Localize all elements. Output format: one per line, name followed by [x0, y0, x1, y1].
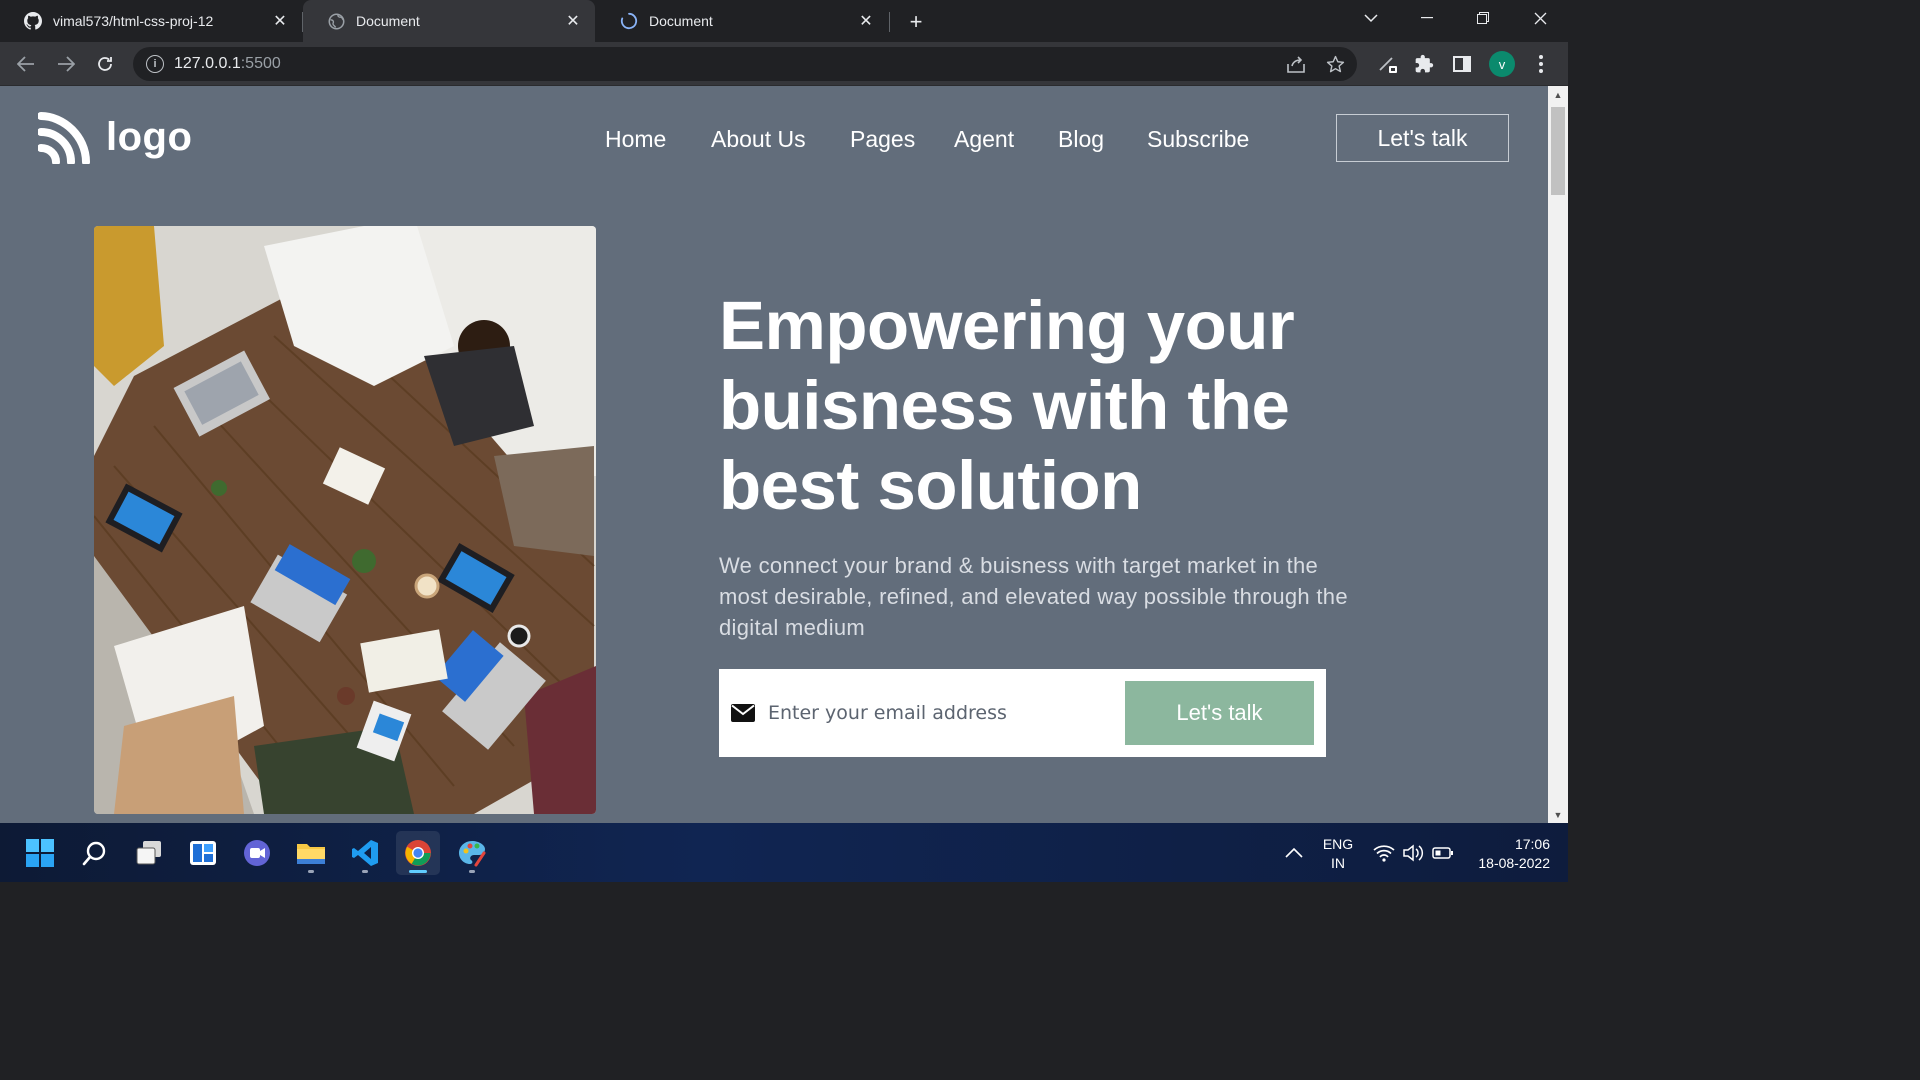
- reload-button[interactable]: [89, 48, 121, 80]
- email-input[interactable]: [768, 693, 1108, 733]
- active-indicator: [409, 870, 427, 873]
- scrollbar-thumb[interactable]: [1551, 107, 1565, 195]
- widgets-icon[interactable]: [181, 831, 225, 875]
- github-icon: [24, 12, 42, 30]
- minimize-button[interactable]: [1399, 0, 1455, 36]
- url-host: 127.0.0.1: [174, 55, 241, 72]
- windows-taskbar: ENG IN 17:06 18-08-2022: [0, 823, 1568, 882]
- battery-icon[interactable]: [1432, 823, 1454, 882]
- new-tab-button[interactable]: +: [902, 8, 930, 36]
- page-scrollbar[interactable]: ▲ ▼: [1548, 86, 1568, 823]
- logo-text: logo: [106, 114, 193, 159]
- task-view-icon[interactable]: [127, 831, 171, 875]
- email-signup-form: Let's talk: [719, 669, 1326, 757]
- tab-divider: [889, 12, 890, 32]
- close-tab-icon[interactable]: ✕: [856, 11, 876, 31]
- input-language-indicator[interactable]: ENG IN: [1320, 835, 1356, 873]
- show-hidden-icons-chevron-icon[interactable]: [1284, 823, 1304, 882]
- nav-pages[interactable]: Pages: [850, 126, 915, 153]
- extensions-puzzle-icon[interactable]: [1408, 48, 1440, 80]
- nav-agent[interactable]: Agent: [954, 126, 1014, 153]
- share-icon[interactable]: [1284, 52, 1308, 76]
- close-window-button[interactable]: [1512, 0, 1568, 36]
- nav-home[interactable]: Home: [605, 126, 666, 153]
- running-indicator: [308, 870, 314, 873]
- search-icon[interactable]: [73, 831, 117, 875]
- loading-spinner-icon: [620, 12, 638, 30]
- scroll-up-arrow-icon[interactable]: ▲: [1548, 86, 1568, 103]
- mail-icon: [731, 704, 755, 722]
- volume-icon[interactable]: [1402, 823, 1424, 882]
- teams-chat-icon[interactable]: [235, 831, 279, 875]
- back-button[interactable]: [10, 48, 42, 80]
- region-code: IN: [1331, 855, 1345, 871]
- clock-date: 18-08-2022: [1478, 855, 1550, 871]
- hero-title: Empowering your buisness with the best s…: [719, 287, 1295, 524]
- system-clock[interactable]: 17:06 18-08-2022: [1466, 835, 1550, 873]
- running-indicator: [362, 870, 368, 873]
- nav-subscribe[interactable]: Subscribe: [1147, 126, 1249, 153]
- logo-mark-icon: [38, 112, 90, 164]
- tab-search-icon[interactable]: [1343, 0, 1399, 36]
- close-tab-icon[interactable]: ✕: [563, 11, 583, 31]
- tab-document-active[interactable]: Document ✕: [303, 0, 595, 42]
- url-port: :5500: [240, 55, 281, 72]
- clock-time: 17:06: [1514, 836, 1550, 852]
- file-explorer-icon[interactable]: [289, 831, 333, 875]
- chrome-icon[interactable]: [396, 831, 440, 875]
- running-indicator: [469, 870, 475, 873]
- tab-github[interactable]: vimal573/html-css-proj-12 ✕: [0, 0, 302, 42]
- wifi-icon[interactable]: [1373, 823, 1395, 882]
- url-text: 127.0.0.1:5500: [174, 55, 281, 73]
- pen-extension-icon[interactable]: [1372, 48, 1404, 80]
- close-tab-icon[interactable]: ✕: [270, 11, 290, 31]
- paint-icon[interactable]: [450, 831, 494, 875]
- bookmark-star-icon[interactable]: [1323, 52, 1347, 76]
- restore-button[interactable]: [1455, 0, 1511, 36]
- address-bar[interactable]: i 127.0.0.1:5500: [133, 47, 1357, 81]
- nav-about-us[interactable]: About Us: [711, 126, 806, 153]
- globe-icon: [327, 12, 345, 30]
- browser-toolbar: i 127.0.0.1:5500 v: [0, 42, 1568, 86]
- hero-subtitle: We connect your brand & buisness with ta…: [719, 553, 1348, 640]
- nav-blog[interactable]: Blog: [1058, 126, 1104, 153]
- windows-start-icon[interactable]: [18, 831, 62, 875]
- tab-document-loading[interactable]: Document ✕: [596, 0, 888, 42]
- vscode-icon[interactable]: [343, 831, 387, 875]
- site-info-icon[interactable]: i: [146, 55, 164, 73]
- site-logo[interactable]: logo: [38, 110, 192, 164]
- scroll-down-arrow-icon[interactable]: ▼: [1548, 806, 1568, 823]
- menu-kebab-icon[interactable]: [1525, 48, 1557, 80]
- tab-title: Document: [649, 13, 713, 29]
- forward-button[interactable]: [50, 48, 82, 80]
- page-viewport: logo Home About Us Pages Agent Blog Subs…: [0, 86, 1548, 823]
- browser-tab-strip: vimal573/html-css-proj-12 ✕ Document ✕ D…: [0, 0, 1568, 42]
- hero-image: [94, 226, 596, 814]
- side-panel-icon[interactable]: [1446, 48, 1478, 80]
- tab-title: Document: [356, 13, 420, 29]
- tab-title: vimal573/html-css-proj-12: [53, 13, 214, 29]
- profile-avatar[interactable]: v: [1489, 51, 1515, 77]
- language-code: ENG: [1322, 836, 1354, 852]
- header-lets-talk-button[interactable]: Let's talk: [1336, 114, 1509, 162]
- signup-lets-talk-button[interactable]: Let's talk: [1125, 681, 1314, 745]
